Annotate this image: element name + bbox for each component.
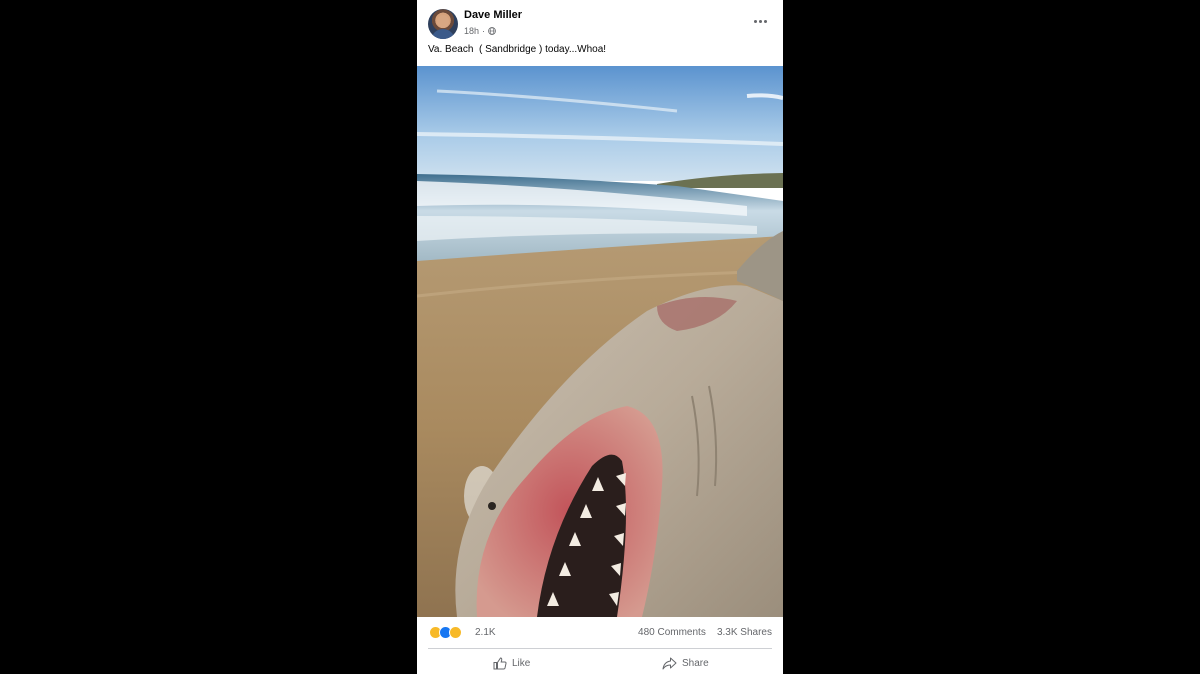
globe-icon [488,27,496,35]
post-time[interactable]: 18h [464,26,479,36]
author-name[interactable]: Dave Miller [464,9,522,21]
post-text: Va. Beach ( Sandbridge ) today...Whoa! [428,44,607,55]
avatar[interactable] [428,9,458,39]
more-options-button[interactable] [751,14,769,28]
meta-separator: · [482,26,486,36]
engagement-counts: 480 Comments 3.3K Shares [638,627,772,638]
reactions-bar: 2.1K 480 Comments 3.3K Shares [417,617,783,647]
facebook-post: Dave Miller 18h · Va. Beach ( Sandbridge… [417,0,783,674]
post-actions: Like Share [417,651,783,674]
like-label: Like [512,657,531,669]
dot-icon [763,19,767,23]
post-meta: 18h · [464,25,496,37]
share-label: Share [682,657,709,669]
engagement-gap [709,627,715,638]
avatar-face [437,15,449,28]
screen: Dave Miller 18h · Va. Beach ( Sandbridge… [0,0,1200,674]
divider [428,648,772,649]
post-photo[interactable] [417,66,783,617]
share-button[interactable]: Share [662,654,709,672]
share-arrow-icon [662,657,677,669]
dot-icon [758,19,762,23]
shares-count[interactable]: 3.3K Shares [717,627,772,638]
dot-icon [753,19,757,23]
reaction-count[interactable]: 2.1K [475,627,496,638]
comments-count[interactable]: 480 Comments [638,627,706,638]
sad-icon [449,626,462,639]
post-header: Dave Miller 18h · Va. Beach ( Sandbridge… [417,0,783,66]
reaction-icons[interactable] [429,626,469,640]
thumbs-up-icon [493,656,507,669]
like-button[interactable]: Like [493,654,530,672]
avatar-shirt [431,29,455,39]
